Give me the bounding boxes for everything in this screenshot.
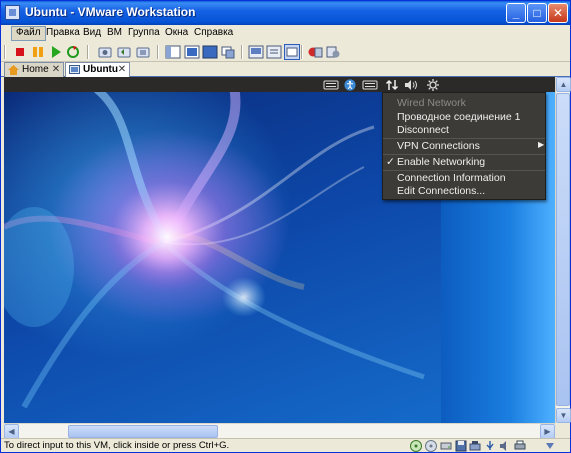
vertical-scroll-thumb[interactable] — [556, 93, 570, 406]
title-bar[interactable]: Ubuntu - VMware Workstation _ □ ✕ — [1, 1, 570, 25]
tab-ubuntu[interactable]: Ubuntu ✕ — [65, 62, 130, 78]
scroll-left-button[interactable]: ◀ — [4, 424, 19, 439]
close-button[interactable]: ✕ — [548, 3, 568, 23]
menu-separator — [383, 170, 545, 171]
vmware-window: Ubuntu - VMware Workstation _ □ ✕ Файл П… — [0, 0, 571, 453]
cd-drive-icon[interactable] — [410, 440, 422, 452]
toolbar-separator — [241, 45, 243, 59]
toolbar-separator — [301, 45, 303, 59]
network-adapter-icon[interactable] — [469, 440, 481, 452]
tab-ubuntu-label: Ubuntu — [83, 64, 118, 75]
menu-bar: Файл Правка Вид ВМ Группа Окна Справка — [1, 25, 570, 42]
sound-card-icon[interactable] — [499, 440, 511, 452]
checkmark-icon: ✓ — [386, 156, 395, 168]
vmware-app-icon[interactable] — [5, 5, 20, 20]
suspend-icon[interactable] — [30, 44, 46, 60]
keyboard-layout-icon[interactable] — [362, 79, 378, 91]
tab-bar: Home ✕ Ubuntu ✕ — [1, 62, 570, 78]
toolbar-separator — [4, 45, 6, 59]
horizontal-scroll-thumb[interactable] — [68, 425, 218, 438]
tab-close-icon[interactable]: ✕ — [51, 64, 61, 75]
home-icon — [8, 65, 19, 75]
accessibility-icon[interactable] — [343, 79, 357, 91]
menu-item-edit-connections[interactable]: Edit Connections... — [397, 185, 485, 197]
menu-item-enable-networking[interactable]: Enable Networking — [397, 156, 485, 168]
full-screen-icon[interactable] — [202, 44, 218, 60]
scroll-down-button[interactable]: ▼ — [556, 408, 571, 423]
menu-separator — [383, 138, 545, 139]
menu-header-wired-network: Wired Network — [397, 97, 466, 109]
status-bar: To direct input to this VM, click inside… — [1, 438, 570, 452]
vm-icon — [69, 65, 80, 74]
cd-drive-icon[interactable] — [425, 440, 437, 452]
unity-icon[interactable] — [220, 44, 236, 60]
snapshot-manager-icon[interactable] — [135, 44, 151, 60]
menu-team[interactable]: Группа — [123, 26, 165, 41]
console-view-icon[interactable] — [248, 44, 264, 60]
network-menu: Wired Network Проводное соединение 1 Dis… — [382, 92, 546, 200]
floppy-disk-icon[interactable] — [455, 440, 467, 452]
message-log-icon[interactable] — [544, 440, 556, 452]
menu-help[interactable]: Справка — [189, 26, 238, 41]
printer-icon[interactable] — [514, 440, 526, 452]
tab-home[interactable]: Home ✕ — [4, 62, 64, 77]
revert-snapshot-icon[interactable] — [116, 44, 132, 60]
preferences-icon[interactable] — [325, 44, 341, 60]
power-off-icon[interactable] — [12, 44, 28, 60]
minimize-button[interactable]: _ — [506, 3, 526, 23]
unity-apps-icon[interactable] — [307, 44, 323, 60]
volume-icon[interactable] — [404, 79, 420, 91]
network-icon[interactable] — [385, 79, 399, 91]
menu-item-disconnect[interactable]: Disconnect — [397, 124, 449, 136]
toolbar — [1, 42, 570, 62]
horizontal-scrollbar[interactable]: ◀ ▶ — [4, 423, 555, 439]
power-on-icon[interactable] — [48, 44, 64, 60]
quick-switch-icon[interactable] — [184, 44, 200, 60]
toolbar-separator — [157, 45, 159, 59]
status-text: To direct input to this VM, click inside… — [4, 440, 230, 451]
show-sidebar-icon[interactable] — [165, 44, 181, 60]
appliance-view-icon[interactable] — [284, 44, 300, 60]
menu-separator — [383, 154, 545, 155]
keyboard-icon[interactable] — [323, 79, 339, 91]
ubuntu-wallpaper — [4, 83, 425, 409]
reset-icon[interactable] — [65, 44, 81, 60]
toolbar-separator — [87, 45, 89, 59]
menu-item-wired-connection[interactable]: Проводное соединение 1 — [397, 111, 521, 123]
summary-view-icon[interactable] — [266, 44, 282, 60]
menu-item-connection-information[interactable]: Connection Information — [397, 172, 506, 184]
settings-gear-icon[interactable] — [426, 79, 440, 91]
tab-home-label: Home — [22, 64, 49, 75]
maximize-button[interactable]: □ — [527, 3, 547, 23]
scroll-up-button[interactable]: ▲ — [556, 77, 571, 92]
window-title: Ubuntu - VMware Workstation — [25, 5, 196, 19]
scroll-right-button[interactable]: ▶ — [540, 424, 555, 439]
ubuntu-top-panel — [4, 77, 555, 92]
tab-close-icon[interactable]: ✕ — [117, 64, 127, 75]
vertical-scrollbar[interactable]: ▲ ▼ — [555, 77, 571, 423]
submenu-arrow-icon: ▶ — [538, 140, 545, 149]
hard-disk-icon[interactable] — [440, 440, 452, 452]
snapshot-icon[interactable] — [97, 44, 113, 60]
menu-item-vpn-connections[interactable]: VPN Connections — [397, 140, 480, 152]
usb-device-icon[interactable] — [484, 440, 496, 452]
